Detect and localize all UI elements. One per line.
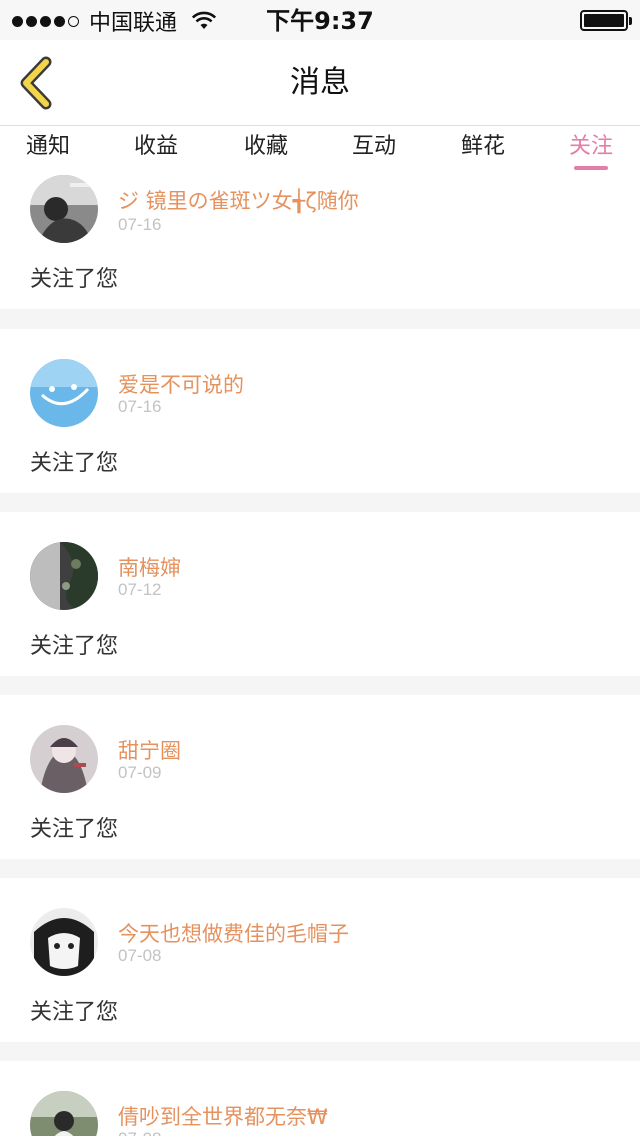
timestamp: 07-12 (118, 580, 162, 599)
page-title: 消息 (290, 65, 350, 100)
list-item[interactable]: 今天也想做费佳的毛帽子 07-08 关注了您 (0, 878, 640, 1042)
username[interactable]: 甜宁圈 (118, 735, 181, 765)
list-item[interactable]: 甜宁圈 07-09 关注了您 (0, 695, 640, 859)
message-text: 关注了您 (30, 817, 119, 842)
tab-follows[interactable]: 关注 (569, 131, 613, 163)
navigation-bar: 消息 (0, 40, 640, 126)
avatar[interactable] (30, 175, 98, 243)
avatar[interactable] (30, 725, 98, 793)
avatar[interactable] (30, 359, 98, 427)
username[interactable]: 今天也想做费佳的毛帽子 (118, 918, 349, 948)
avatar[interactable] (30, 542, 98, 610)
tab-earnings[interactable]: 收益 (134, 131, 178, 163)
battery-icon (580, 10, 632, 31)
follow-notification-list[interactable]: ジ 镜里の雀斑ツ女╅ζ随你 07-16 关注了您 爱是不可说的 07-16 关注… (0, 173, 640, 1136)
message-text: 关注了您 (30, 267, 119, 292)
avatar[interactable]: 2 (30, 1091, 98, 1136)
username[interactable]: ジ 镜里の雀斑ツ女╅ζ随你 (118, 185, 359, 215)
timestamp: 07-09 (118, 763, 162, 782)
list-item[interactable]: ジ 镜里の雀斑ツ女╅ζ随你 07-16 关注了您 (0, 173, 640, 309)
avatar[interactable] (30, 908, 98, 976)
message-text: 关注了您 (30, 1000, 119, 1025)
list-item[interactable]: 爱是不可说的 07-16 关注了您 (0, 329, 640, 493)
tab-favorites[interactable]: 收藏 (244, 131, 288, 163)
list-item[interactable]: 南梅婶 07-12 关注了您 (0, 512, 640, 676)
timestamp: 07-16 (118, 397, 162, 416)
message-text: 关注了您 (30, 451, 119, 476)
status-time: 下午9:37 (266, 7, 374, 35)
tab-interactions[interactable]: 互动 (352, 131, 396, 163)
message-text: 关注了您 (30, 634, 119, 659)
timestamp: 07-08 (118, 946, 162, 965)
tab-bar: 通知 收益 收藏 互动 鲜花 关注 (0, 127, 640, 173)
username[interactable]: 南梅婶 (118, 552, 181, 582)
tab-notifications[interactable]: 通知 (26, 131, 70, 163)
username[interactable]: 爱是不可说的 (118, 369, 244, 399)
username[interactable]: 倩吵到全世界都无奈₩ (118, 1101, 328, 1131)
timestamp: 07-16 (118, 215, 162, 234)
active-tab-indicator (574, 166, 608, 170)
status-bar: 中国联通 下午9:37 (0, 0, 640, 40)
tab-flowers[interactable]: 鲜花 (461, 131, 505, 163)
timestamp: 07-08 (118, 1129, 161, 1136)
list-item[interactable]: 2 倩吵到全世界都无奈₩ 07-08 (0, 1061, 640, 1136)
